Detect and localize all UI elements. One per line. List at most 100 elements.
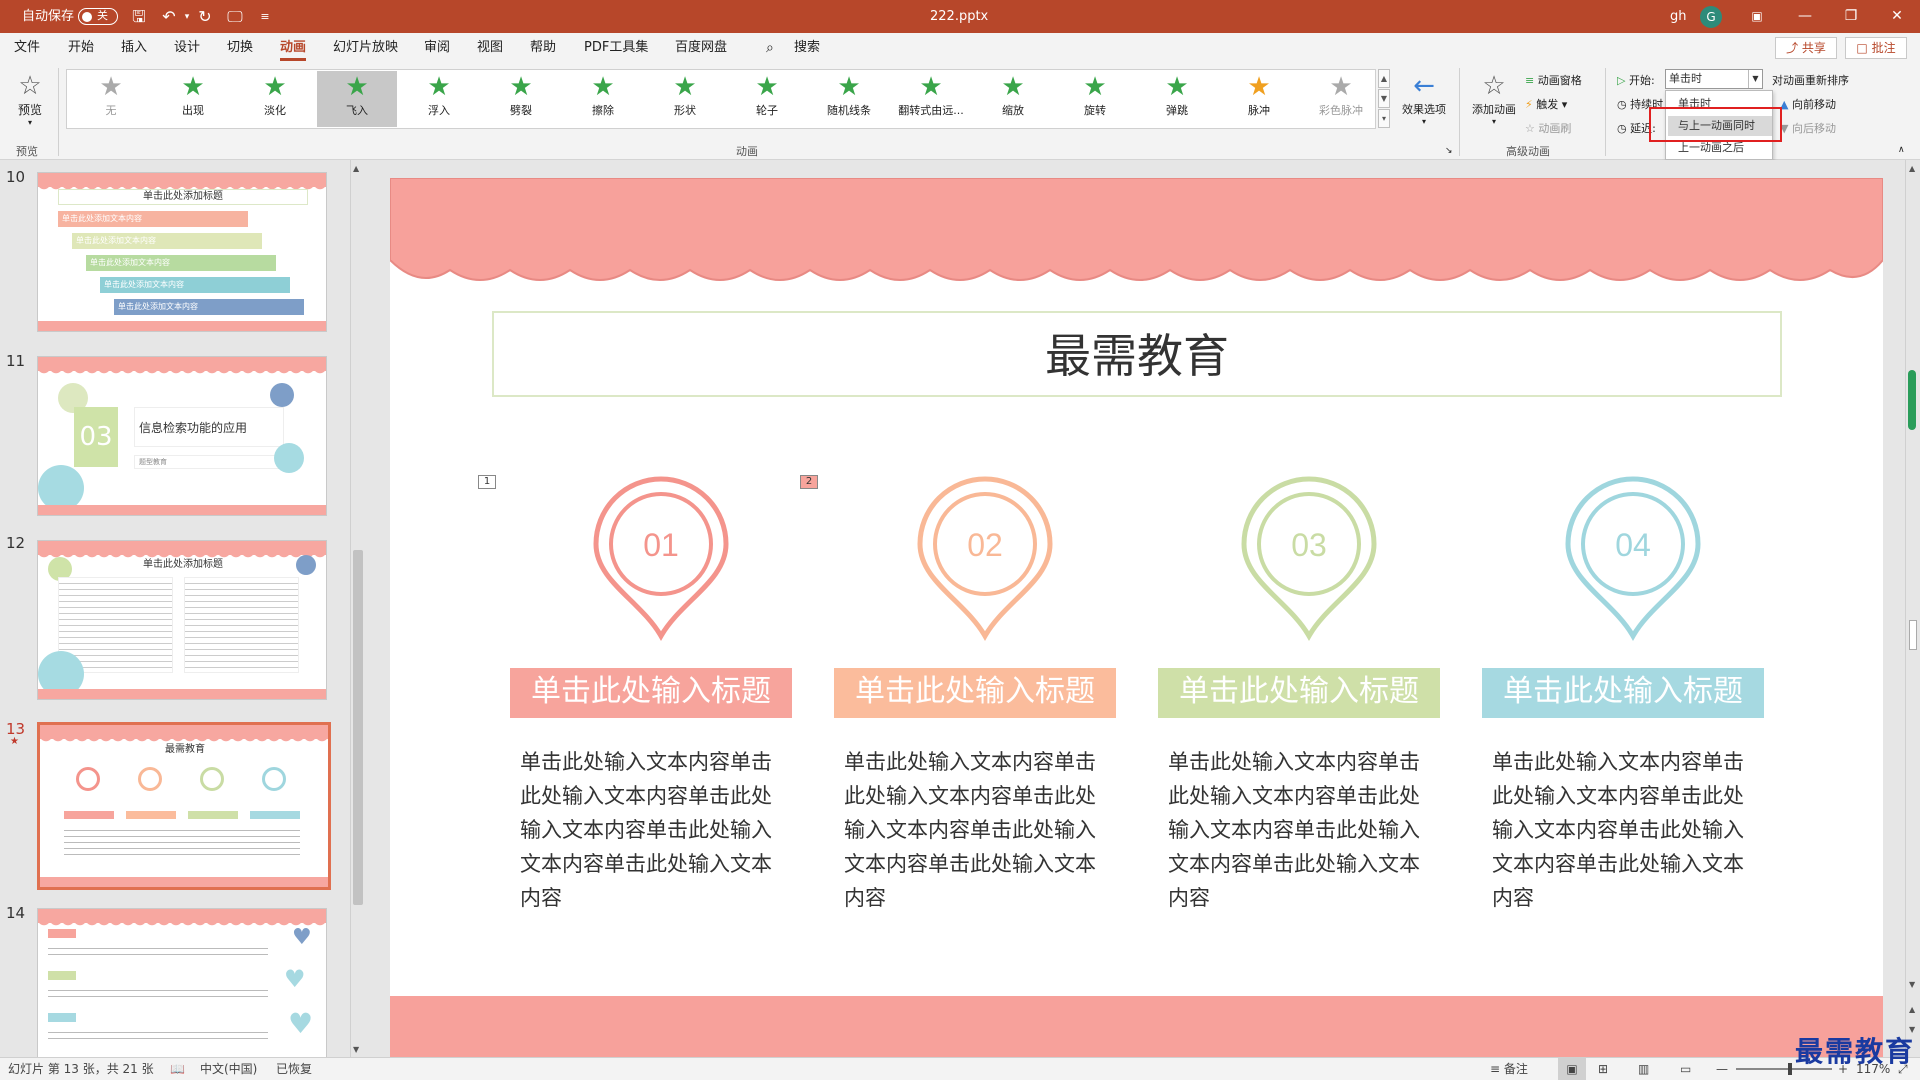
search-icon[interactable]: ⌕ xyxy=(766,33,774,63)
comment-button[interactable]: □ 批注 xyxy=(1845,37,1907,59)
zoom-thumb[interactable] xyxy=(1788,1063,1792,1075)
anim-color-pulse[interactable]: ★ 彩色脉冲 xyxy=(1301,71,1381,127)
anim-float-in[interactable]: ★ 浮入 xyxy=(399,71,479,127)
menu-review[interactable]: 审阅 xyxy=(424,33,450,63)
menu-insert[interactable]: 插入 xyxy=(121,33,147,63)
previous-slide-icon[interactable]: ▲ xyxy=(1909,1005,1915,1014)
anim-wipe[interactable]: ★ 擦除 xyxy=(563,71,643,127)
move-earlier-button[interactable]: ▲ 向前移动 xyxy=(1780,96,1836,112)
editor-scrollbar[interactable]: ▲ ▼ ▲ ▼ xyxy=(1905,160,1920,1060)
restore-icon[interactable]: ❐ xyxy=(1828,0,1874,33)
save-icon[interactable]: 🖫 xyxy=(128,6,150,28)
thumbnail-slide-11[interactable]: 03 信息检索功能的应用 题型教育 xyxy=(37,356,327,516)
slide-sorter-icon[interactable]: ⊞ xyxy=(1598,1058,1608,1080)
menu-design[interactable]: 设计 xyxy=(174,33,200,63)
chevron-down-icon[interactable]: ▼ xyxy=(1748,70,1762,88)
caption-title[interactable]: 单击此处输入标题 xyxy=(1482,668,1764,718)
spellcheck-icon[interactable]: 📖 xyxy=(170,1058,185,1080)
scrollbar-thumb[interactable] xyxy=(353,550,363,905)
anim-swivel[interactable]: ★ 旋转 xyxy=(1055,71,1135,127)
normal-view-icon[interactable]: ▣ xyxy=(1558,1058,1586,1080)
scrollbar-thumb[interactable] xyxy=(1909,620,1917,650)
slide-title[interactable]: 最需教育 xyxy=(492,311,1782,397)
gallery-up-icon[interactable]: ▲ xyxy=(1378,69,1390,88)
scroll-up-icon[interactable]: ▲ xyxy=(1909,164,1915,173)
menu-help[interactable]: 帮助 xyxy=(530,33,556,63)
user-name[interactable]: gh xyxy=(1670,0,1687,33)
zoom-out-icon[interactable]: — xyxy=(1716,1058,1728,1080)
dialog-launcher-icon[interactable]: ↘ xyxy=(1445,146,1453,156)
gallery-down-icon[interactable]: ▼ xyxy=(1378,89,1390,108)
effect-options-button[interactable]: ← 效果选项 ▾ xyxy=(1394,71,1454,126)
autosave-toggle[interactable]: 关 xyxy=(78,8,118,25)
menu-animations[interactable]: 动画 xyxy=(280,33,307,63)
anim-shape[interactable]: ★ 形状 xyxy=(645,71,725,127)
location-pin-icon[interactable]: 01 xyxy=(586,476,736,646)
thumb-circle xyxy=(296,555,316,575)
present-icon[interactable]: 🖵 xyxy=(224,6,246,28)
body-text[interactable]: 单击此处输入文本内容单击此处输入文本内容单击此处输入文本内容单击此处输入文本内容… xyxy=(520,745,790,915)
location-pin-icon[interactable]: 04 xyxy=(1558,476,1708,646)
anim-random-bars[interactable]: ★ 随机线条 xyxy=(809,71,889,127)
anim-appear[interactable]: ★ 出现 xyxy=(153,71,233,127)
anim-split[interactable]: ★ 劈裂 xyxy=(481,71,561,127)
slide-counter[interactable]: 幻灯片 第 13 张，共 21 张 xyxy=(8,1058,154,1080)
anim-none[interactable]: ★ 无 xyxy=(71,71,151,127)
anim-fade[interactable]: ★ 淡化 xyxy=(235,71,315,127)
caption-title[interactable]: 单击此处输入标题 xyxy=(510,668,792,718)
anim-pulse[interactable]: ★ 脉冲 xyxy=(1219,71,1299,127)
customize-qat-icon[interactable]: ≡ xyxy=(254,6,276,28)
slideshow-icon[interactable]: ▭ xyxy=(1680,1058,1691,1080)
notes-button[interactable]: ≡ 备注 xyxy=(1490,1058,1528,1080)
thumbnail-slide-14[interactable]: ♥ ♥ ♥ xyxy=(37,908,327,1068)
menu-transitions[interactable]: 切换 xyxy=(227,33,253,63)
location-pin-icon[interactable]: 02 xyxy=(910,476,1060,646)
menu-file[interactable]: 文件 xyxy=(14,33,40,63)
menu-slideshow[interactable]: 幻灯片放映 xyxy=(333,33,398,63)
share-button[interactable]: ⤴ 共享 xyxy=(1775,37,1837,59)
location-pin-icon[interactable]: 03 xyxy=(1234,476,1384,646)
animation-pane-button[interactable]: ≡ 动画窗格 xyxy=(1525,72,1582,88)
close-icon[interactable]: ✕ xyxy=(1874,0,1920,33)
anim-fly-in[interactable]: ★ 飞入 xyxy=(317,71,397,127)
thumbnail-scrollbar[interactable]: ▲ ▼ xyxy=(350,160,364,1060)
body-text[interactable]: 单击此处输入文本内容单击此处输入文本内容单击此处输入文本内容单击此处输入文本内容… xyxy=(1168,745,1438,915)
scroll-up-icon[interactable]: ▲ xyxy=(353,164,359,173)
redo-icon[interactable]: ↻ xyxy=(194,6,216,28)
anim-zoom[interactable]: ★ 缩放 xyxy=(973,71,1053,127)
collapse-ribbon-icon[interactable]: ∧ xyxy=(1898,145,1905,155)
preview-button[interactable]: ☆ 预览 ▾ xyxy=(10,71,50,127)
language-status[interactable]: 中文(中国) xyxy=(200,1058,257,1080)
anim-bounce[interactable]: ★ 弹跳 xyxy=(1137,71,1217,127)
gallery-more-icon[interactable]: ▾ xyxy=(1378,109,1390,128)
menu-baidu-disk[interactable]: 百度网盘 xyxy=(675,33,727,63)
thumbnail-slide-10[interactable]: 单击此处添加标题 单击此处添加文本内容 单击此处添加文本内容 单击此处添加文本内… xyxy=(37,172,327,332)
delay-clock-icon: ◷ xyxy=(1617,122,1631,135)
avatar[interactable]: G xyxy=(1700,6,1722,28)
caption-title[interactable]: 单击此处输入标题 xyxy=(1158,668,1440,718)
start-select[interactable]: 单击时 ▼ xyxy=(1665,69,1763,89)
add-animation-button[interactable]: ☆ 添加动画 ▾ xyxy=(1465,71,1523,126)
animation-tag[interactable]: 2 xyxy=(800,475,818,489)
thumbnail-slide-12[interactable]: 单击此处添加标题 xyxy=(37,540,327,700)
thumbnail-slide-13[interactable]: 最需教育 xyxy=(37,722,331,890)
menu-pdf-tools[interactable]: PDF工具集 xyxy=(584,33,648,63)
menu-view[interactable]: 视图 xyxy=(477,33,503,63)
animation-tag[interactable]: 1 xyxy=(478,475,496,489)
menu-home[interactable]: 开始 xyxy=(68,33,94,63)
scroll-down-icon[interactable]: ▼ xyxy=(1909,980,1915,989)
ribbon-display-icon[interactable]: ▣ xyxy=(1734,0,1780,33)
slide-canvas[interactable]: 最需教育 S 1 2 01 单击此处输入标题 单击此处输入文本内容单击此处输入文… xyxy=(390,178,1883,1060)
minimize-icon[interactable]: — xyxy=(1782,0,1828,33)
scroll-down-icon[interactable]: ▼ xyxy=(353,1045,359,1054)
body-text[interactable]: 单击此处输入文本内容单击此处输入文本内容单击此处输入文本内容单击此处输入文本内容… xyxy=(844,745,1114,915)
trigger-label: 触发 xyxy=(1536,98,1559,111)
reading-view-icon[interactable]: ▥ xyxy=(1638,1058,1649,1080)
anim-grow-turn[interactable]: ★ 翻转式由远... xyxy=(891,71,971,127)
anim-wheel[interactable]: ★ 轮子 xyxy=(727,71,807,127)
caption-title[interactable]: 单击此处输入标题 xyxy=(834,668,1116,718)
trigger-button[interactable]: ⚡ 触发 ▾ xyxy=(1525,96,1567,112)
body-text[interactable]: 单击此处输入文本内容单击此处输入文本内容单击此处输入文本内容单击此处输入文本内容… xyxy=(1492,745,1762,915)
search-label[interactable]: 搜索 xyxy=(794,33,820,63)
heart-icon: ♥ xyxy=(288,1007,314,1040)
